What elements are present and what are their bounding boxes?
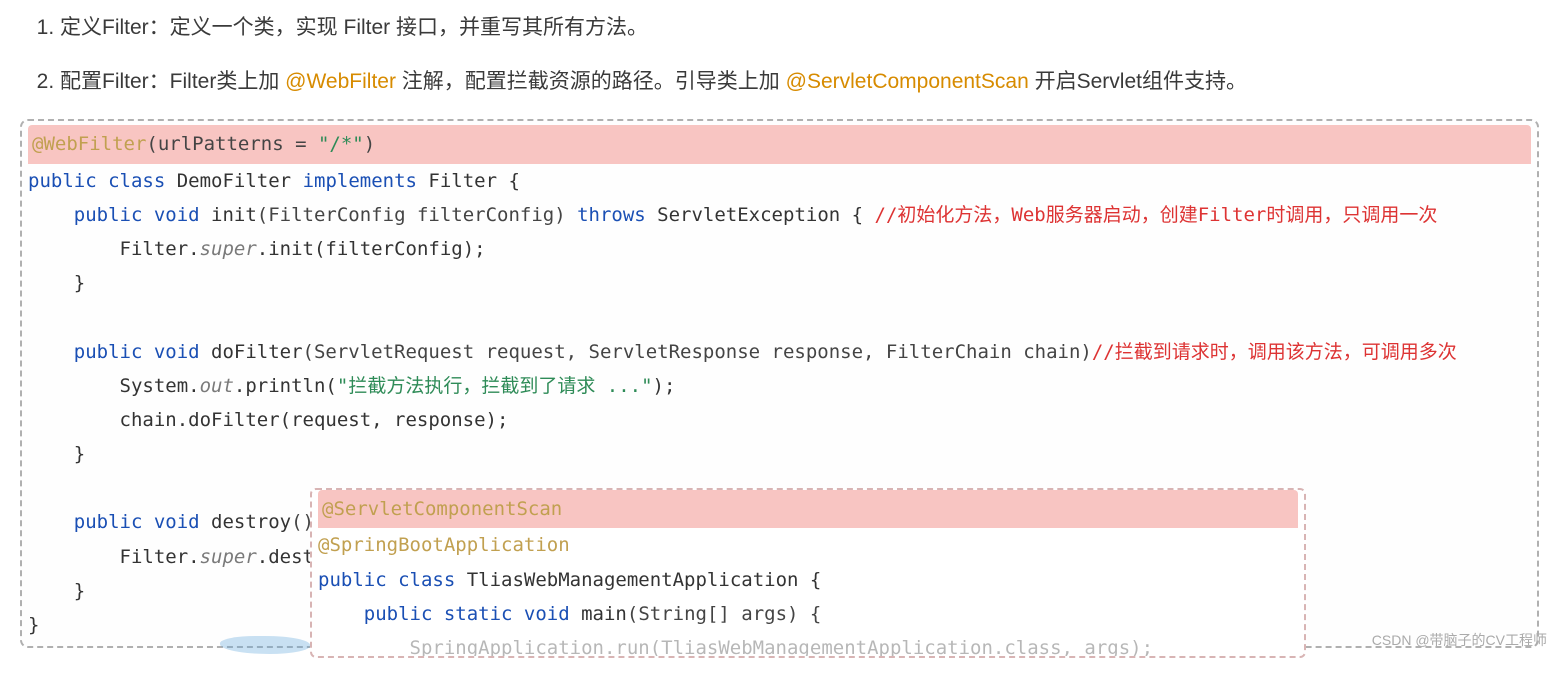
step-1-text: 定义Filter：定义一个类，实现 Filter 接口，并重写其所有方法。 [60,16,648,39]
step-list: 定义Filter：定义一个类，实现 Filter 接口，并重写其所有方法。 配置… [20,10,1539,99]
annotation-servletcomponentscan: @ServletComponentScan [786,70,1029,93]
watermark: CSDN @带脑子的CV工程师 [1372,630,1547,650]
code-webfilter-annotation: @WebFilter [32,133,146,155]
step-2-prefix: 配置Filter：Filter类上加 [60,70,285,93]
step-2-suffix: 开启Servlet组件支持。 [1029,70,1247,93]
annotation-webfilter: @WebFilter [285,70,396,93]
code-block-application: @ServletComponentScan@SpringBootApplicat… [310,488,1306,658]
highlighted-annotation-line: @WebFilter(urlPatterns = "/*") [28,125,1531,163]
step-1: 定义Filter：定义一个类，实现 Filter 接口，并重写其所有方法。 [60,10,1539,46]
highlighted-scan-annotation: @ServletComponentScan [318,490,1298,528]
step-2: 配置Filter：Filter类上加 @WebFilter 注解，配置拦截资源的… [60,64,1539,100]
comment-init: //初始化方法，Web服务器启动，创建Filter时调用，只调用一次 [875,204,1438,226]
comment-dofilter: //拦截到请求时，调用该方法，可调用多次 [1092,341,1457,363]
decorative-smudge [220,636,310,654]
step-2-mid: 注解，配置拦截资源的路径。引导类上加 [396,70,786,93]
